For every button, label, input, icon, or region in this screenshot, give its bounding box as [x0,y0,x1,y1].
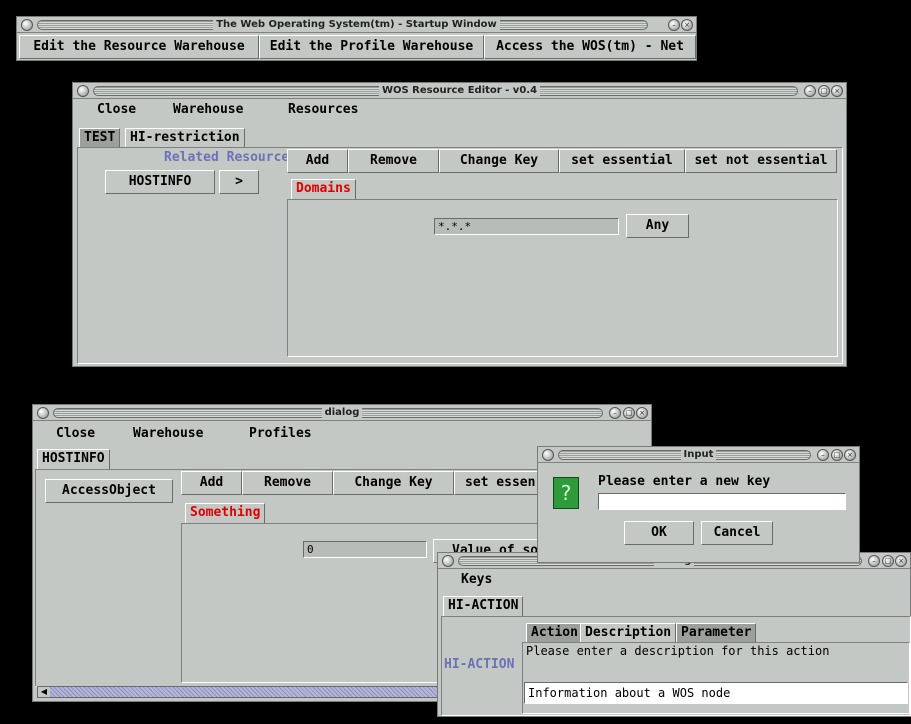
something-field[interactable]: 0 [303,541,427,558]
minimize-icon[interactable]: – [817,449,829,461]
resource-editor-window: WOS Resource Editor - v0.4 – □ × Close W… [72,82,847,367]
maximize-icon[interactable]: □ [623,407,635,419]
resource-editor-titlebar[interactable]: WOS Resource Editor - v0.4 – □ × [73,83,846,99]
description-instruction: Please enter a description for this acti… [526,644,830,658]
description-field[interactable]: Information about a WOS node [524,682,908,704]
startup-window: The Web Operating System(tm) - Startup W… [16,16,697,61]
startup-title: The Web Operating System(tm) - Startup W… [213,19,500,30]
action-dialog-window: dialog – □ × Keys HI-ACTION HI-ACTION Ac… [437,552,911,717]
input-prompt: Please enter a new key [598,474,771,489]
edit-profile-warehouse-button[interactable]: Edit the Profile Warehouse [259,35,484,59]
menu-warehouse[interactable]: Warehouse [133,426,203,441]
dialog-title: dialog [321,407,363,418]
close-icon[interactable]: × [895,555,907,567]
any-button[interactable]: Any [626,214,689,238]
menu-profiles[interactable]: Profiles [249,426,312,441]
input-dialog-titlebar[interactable]: Input – □ × [538,447,859,463]
add-button[interactable]: Add [181,471,242,495]
minimize-icon[interactable]: – [868,555,880,567]
maximize-icon[interactable]: □ [831,449,843,461]
access-object-button[interactable]: AccessObject [45,479,173,503]
menu-close[interactable]: Close [56,426,95,441]
menu-close[interactable]: Close [97,102,136,117]
close-icon[interactable]: × [844,449,856,461]
change-key-button[interactable]: Change Key [333,471,454,495]
hi-action-side-label: HI-ACTION [444,657,515,672]
new-key-input[interactable] [598,493,846,510]
tab-hi-restriction[interactable]: HI-restriction [125,128,245,147]
input-dialog-window: Input – □ × ? Please enter a new key OK … [537,446,860,563]
scroll-left-icon[interactable]: ◀ [38,687,50,697]
close-icon[interactable]: × [681,19,693,31]
cancel-button[interactable]: Cancel [701,521,773,545]
change-key-button[interactable]: Change Key [439,149,559,173]
resource-editor-title: WOS Resource Editor - v0.4 [378,85,541,96]
close-icon[interactable]: × [636,407,648,419]
set-essential-button[interactable]: set essential [559,149,685,173]
set-essential-button[interactable]: set essen [454,471,544,495]
tab-parameter[interactable]: Parameter [676,623,757,642]
ok-button[interactable]: OK [624,521,694,545]
remove-button[interactable]: Remove [242,471,333,495]
maximize-icon[interactable]: □ [882,555,894,567]
menu-keys[interactable]: Keys [461,572,492,587]
question-icon: ? [553,477,579,509]
tab-domains[interactable]: Domains [291,179,356,199]
hostinfo-button[interactable]: HOSTINFO [105,170,215,194]
tab-hi-action[interactable]: HI-ACTION [443,596,524,616]
set-not-essential-button[interactable]: set not essential [685,149,837,173]
tab-description[interactable]: Description [580,623,677,642]
minimize-icon[interactable]: – [668,19,680,31]
domain-field[interactable]: *.*.* [434,218,619,235]
menu-warehouse[interactable]: Warehouse [173,102,243,117]
tab-hostinfo[interactable]: HOSTINFO [37,449,110,469]
input-dialog-title: Input [680,449,717,460]
arrow-button[interactable]: > [219,170,259,194]
edit-resource-warehouse-button[interactable]: Edit the Resource Warehouse [19,35,259,59]
dialog-titlebar[interactable]: dialog – □ × [33,405,651,421]
startup-titlebar[interactable]: The Web Operating System(tm) - Startup W… [17,17,696,33]
menu-resources[interactable]: Resources [288,102,358,117]
tab-action[interactable]: Action [526,623,583,642]
add-button[interactable]: Add [287,149,348,173]
tab-test[interactable]: TEST [79,128,121,147]
remove-button[interactable]: Remove [348,149,439,173]
tab-something[interactable]: Something [185,503,266,523]
related-resource-label: Related Resource [164,150,290,165]
minimize-icon[interactable]: – [609,407,621,419]
minimize-icon[interactable]: – [804,85,816,97]
access-wos-net-button[interactable]: Access the WOS(tm) - Net [484,35,696,59]
close-icon[interactable]: × [831,85,843,97]
maximize-icon[interactable]: □ [818,85,830,97]
